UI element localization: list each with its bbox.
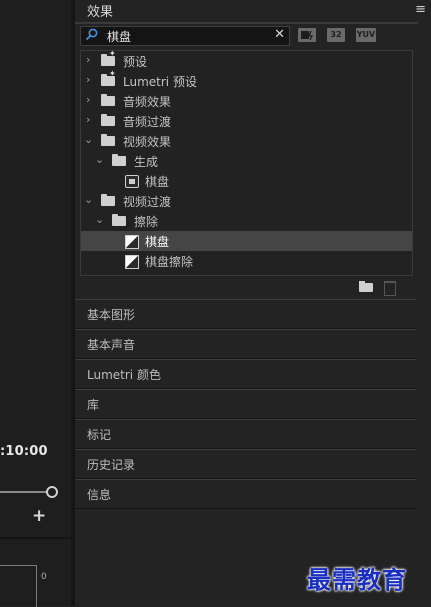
chevron-right-icon[interactable]: ›: [86, 53, 90, 66]
folder-star-icon: [101, 69, 116, 86]
tree-item-video-transitions[interactable]: ⌄ 视频过渡: [81, 191, 412, 211]
effects-search-box[interactable]: ✕: [80, 26, 290, 46]
clear-search-icon[interactable]: ✕: [274, 27, 285, 42]
timecode-display: :10:00: [0, 444, 48, 459]
trash-icon: [384, 281, 396, 296]
chevron-down-icon[interactable]: ⌄: [95, 153, 104, 166]
audio-meter: [0, 565, 37, 607]
search-icon: [85, 28, 98, 45]
add-track-button[interactable]: +: [32, 506, 46, 526]
tree-item-presets[interactable]: › 预设: [81, 49, 412, 71]
chevron-right-icon[interactable]: ›: [86, 113, 90, 126]
tree-item-checkerboard-transition[interactable]: 棋盘: [81, 231, 412, 251]
section-essential-sound[interactable]: 基本声音: [75, 329, 417, 359]
32-bit-filter-icon[interactable]: 32: [327, 28, 345, 42]
folder-icon: [101, 134, 115, 146]
tree-item-audio-effects[interactable]: › 音频效果: [81, 91, 412, 111]
chevron-right-icon[interactable]: ›: [86, 73, 90, 86]
chevron-down-icon[interactable]: ⌄: [95, 213, 104, 226]
effects-panel: 效果 ≡ ✕ 32 YUV › 预设 › Lumetri 预设 › 音频效果 ›: [75, 0, 431, 606]
section-lumetri-color[interactable]: Lumetri 颜色: [75, 359, 417, 389]
chevron-down-icon[interactable]: ⌄: [84, 133, 93, 146]
panel-separator: [0, 537, 71, 539]
tree-item-video-effects[interactable]: ⌄ 视频效果: [81, 131, 412, 151]
chevron-down-icon[interactable]: ⌄: [84, 193, 93, 206]
folder-icon: [101, 194, 115, 206]
effects-panel-header: 效果 ≡: [75, 0, 426, 24]
tree-item-checker-wipe[interactable]: 棋盘擦除: [81, 251, 412, 271]
new-bin-icon[interactable]: [359, 281, 373, 292]
timeline-panel: :10:00 + 0: [0, 0, 71, 607]
effects-panel-title[interactable]: 效果: [87, 1, 113, 20]
transition-icon: [125, 255, 139, 269]
audio-meter-zero-label: 0: [41, 572, 47, 582]
zoom-slider-handle[interactable]: [46, 486, 58, 498]
tree-item-audio-transitions[interactable]: › 音频过渡: [81, 111, 412, 131]
video-effect-icon: [125, 175, 139, 188]
chevron-right-icon[interactable]: ›: [86, 93, 90, 106]
section-history[interactable]: 历史记录: [75, 449, 417, 479]
yuv-filter-icon[interactable]: YUV: [356, 28, 376, 42]
section-essential-graphics[interactable]: 基本图形: [75, 299, 417, 329]
folder-star-icon: [101, 49, 116, 66]
folder-icon: [112, 154, 126, 166]
tree-item-lumetri-presets[interactable]: › Lumetri 预设: [81, 69, 412, 91]
section-info[interactable]: 信息: [75, 479, 417, 509]
effects-tree: › 预设 › Lumetri 预设 › 音频效果 › 音频过渡 ⌄ 视频效果 ⌄…: [80, 49, 413, 276]
tree-item-checkerboard-effect[interactable]: 棋盘: [81, 171, 412, 191]
zoom-slider-track[interactable]: [0, 491, 52, 493]
folder-icon: [112, 214, 126, 226]
panel-menu-icon[interactable]: ≡: [415, 2, 426, 17]
search-input[interactable]: [107, 27, 267, 45]
tree-item-wipe[interactable]: ⌄ 擦除: [81, 211, 412, 231]
transition-icon: [125, 235, 139, 249]
folder-icon: [101, 94, 115, 106]
section-markers[interactable]: 标记: [75, 419, 417, 449]
accelerated-effects-filter-icon[interactable]: [298, 28, 316, 42]
watermark-logo: 最需教育: [307, 565, 407, 594]
folder-icon: [101, 114, 115, 126]
tree-item-generate[interactable]: ⌄ 生成: [81, 151, 412, 171]
section-libraries[interactable]: 库: [75, 389, 417, 419]
